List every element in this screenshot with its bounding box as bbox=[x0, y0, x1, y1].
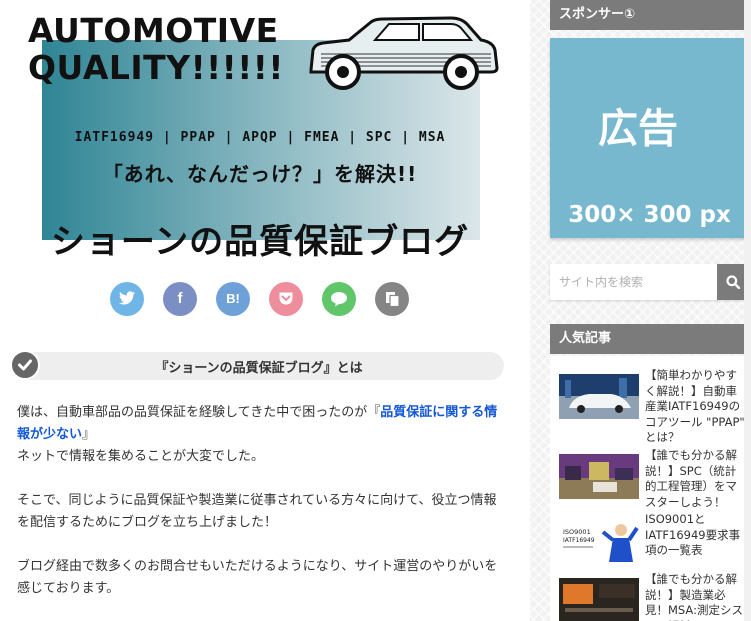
popular-article-title: ISO9001とIATF16949要求事項の一覧表 bbox=[645, 512, 741, 557]
copy-share-button[interactable] bbox=[375, 282, 409, 316]
site-search bbox=[550, 264, 749, 300]
popular-widget-title: 人気記事 bbox=[550, 324, 749, 354]
popular-article-item[interactable]: 【簡単わかりやすく解説！】自動車産業IATF16949のコアツール "PPAP"… bbox=[559, 368, 749, 444]
hatena-share-button[interactable]: B! bbox=[216, 282, 250, 316]
hatena-bookmark-icon: B! bbox=[226, 291, 240, 306]
popular-article-item[interactable]: 【誰でも分かる解説！】SPC（統計的工程管理）をマスターしよう！ bbox=[559, 448, 749, 509]
pocket-icon bbox=[279, 292, 293, 305]
popular-article-title: 【簡単わかりやすく解説！】自動車産業IATF16949のコアツール "PPAP"… bbox=[645, 368, 745, 444]
car-illustration-icon bbox=[309, 16, 499, 90]
banner-tagline: 「あれ、なんだっけ？」を解決!! bbox=[102, 162, 418, 186]
article-paragraph-2: そこで、同じように品質保証や製造業に従事されている方々に向けて、役立つ情報を配信… bbox=[17, 493, 497, 530]
section-heading-text: 『ショーンの品質保証ブログ』とは bbox=[155, 361, 363, 376]
ad-main-text: 広告 bbox=[598, 106, 678, 152]
search-icon bbox=[726, 275, 740, 289]
car-thumbnail bbox=[559, 374, 639, 419]
twitter-share-button[interactable] bbox=[110, 282, 144, 316]
line-chat-icon bbox=[331, 292, 347, 307]
sidebar: スポンサー① 広告 300× 300 px 人気記事 【簡単わかりやすく解説！】… bbox=[550, 0, 751, 621]
popular-article-item[interactable]: 【誰でも分かる解説！】製造業必見！MSA:測定システム解析 bbox=[559, 572, 749, 621]
search-input[interactable] bbox=[550, 264, 717, 300]
line-share-button[interactable] bbox=[322, 282, 356, 316]
ad-banner[interactable]: 広告 300× 300 px bbox=[550, 38, 749, 238]
twitter-bird-icon bbox=[119, 291, 135, 305]
banner-tags: IATF16949 | PPAP | APQP | FMEA | SPC | M… bbox=[74, 130, 446, 145]
section-heading: 『ショーンの品質保証ブログ』とは bbox=[10, 350, 504, 380]
article-paragraph-1: 僕は、自動車部品の品質保証を経験してきた中で困ったのが『品質保証に関する情報が少… bbox=[17, 402, 507, 468]
banner-title-line1: AUTOMOTIVE bbox=[28, 11, 279, 50]
banner-title-line2: QUALITY!!!!!! bbox=[28, 48, 284, 87]
facebook-icon: f bbox=[177, 290, 183, 307]
measure-thumbnail bbox=[559, 578, 639, 621]
main-content: AUTOMOTIVE QUALITY!!!!!! IATF16949 | PPA… bbox=[0, 0, 530, 621]
article-paragraph-3: ブログ経由で数多くのお問合せもいただけるようになり、サイト運営のやりがいを感じて… bbox=[17, 559, 498, 596]
paragraph-1-line2: ネットで情報を集めることが大変でした。 bbox=[17, 449, 265, 464]
article-body: 僕は、自動車部品の品質保証を経験してきた中で困ったのが『品質保証に関する情報が少… bbox=[17, 402, 507, 621]
paragraph-1-prefix: 僕は、自動車部品の品質保証を経験してきた中で困ったのが『 bbox=[17, 405, 381, 420]
paragraph-1-suffix: 』 bbox=[82, 427, 96, 442]
svg-text:IATF16949: IATF16949 bbox=[563, 537, 595, 544]
ad-size-text: 300× 300 px bbox=[568, 202, 731, 228]
popular-article-title: 【誰でも分かる解説！】SPC（統計的工程管理）をマスターしよう！ bbox=[645, 448, 737, 509]
factory-thumbnail bbox=[559, 454, 639, 499]
banner-title: AUTOMOTIVE QUALITY!!!!!! bbox=[28, 12, 318, 86]
popular-article-item[interactable]: ISO9001 IATF16949 ISO9001とIATF16949要求事項の… bbox=[559, 512, 749, 572]
svg-text:ISO9001: ISO9001 bbox=[563, 528, 591, 536]
copy-icon bbox=[385, 292, 400, 307]
facebook-share-button[interactable]: f bbox=[163, 282, 197, 316]
iso-thumbnail: ISO9001 IATF16949 bbox=[559, 518, 639, 563]
blog-header-banner: AUTOMOTIVE QUALITY!!!!!! IATF16949 | PPA… bbox=[16, 0, 504, 270]
popular-articles-list: 【簡単わかりやすく解説！】自動車産業IATF16949のコアツール "PPAP"… bbox=[550, 356, 749, 621]
sponsor-widget-title: スポンサー① bbox=[550, 0, 749, 30]
pocket-share-button[interactable] bbox=[269, 282, 303, 316]
popular-article-title: 【誰でも分かる解説！】製造業必見！MSA:測定システム解析 bbox=[645, 572, 743, 621]
banner-blog-name: ショーンの品質保証ブログ bbox=[50, 222, 470, 262]
page-scrollbar[interactable] bbox=[744, 0, 751, 621]
